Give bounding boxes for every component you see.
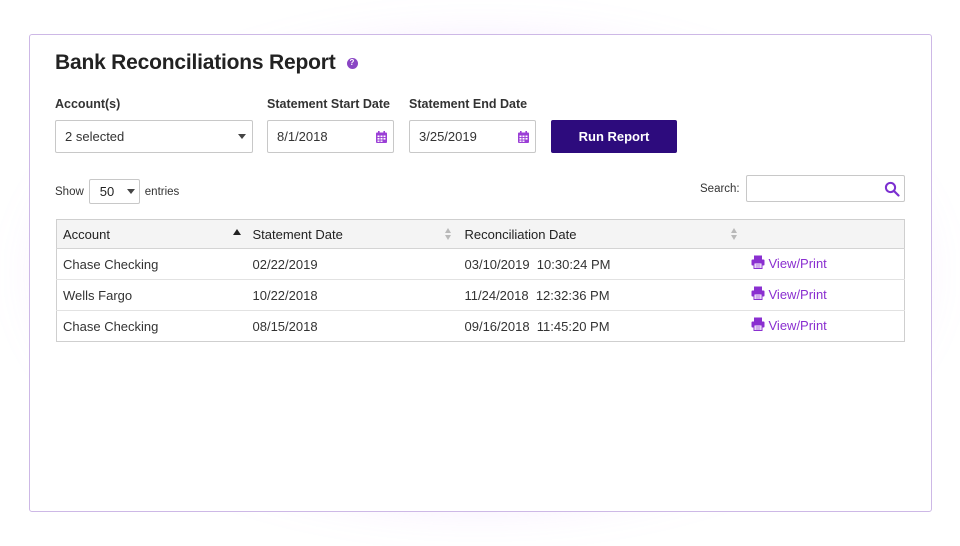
title-row: Bank Reconciliations Report ? [55,51,358,75]
cell-action: View/Print [744,279,905,311]
column-header-action [744,219,905,249]
cell-account: Wells Fargo [56,279,247,311]
end-date-value: 3/25/2019 [419,129,477,144]
entries-length-control: Show 50 entries [55,179,179,204]
table-row: Wells Fargo 10/22/2018 11/24/2018 12:32:… [56,279,905,311]
cell-statement-date: 02/22/2019 [246,248,459,280]
accounts-label: Account(s) [55,97,121,111]
run-report-button[interactable]: Run Report [551,120,677,153]
column-header-reconciliation-date-label: Reconciliation Date [464,226,577,242]
view-print-label: View/Print [768,318,827,333]
cell-reconciliation-date: 09/16/2018 11:45:20 PM [458,310,745,342]
show-label: Show [55,185,84,198]
sort-ascending-icon [232,229,241,235]
start-date-label: Statement Start Date [267,97,390,111]
printer-icon [751,286,764,300]
column-header-reconciliation-date[interactable]: Reconciliation Date [458,219,745,249]
view-print-label: View/Print [768,256,827,271]
chevron-down-icon [126,189,135,194]
printer-icon [751,317,764,331]
report-card: Bank Reconciliations Report ? Account(s)… [29,34,932,512]
cell-statement-date: 10/22/2018 [246,279,459,311]
search-input[interactable] [747,176,877,201]
view-print-link[interactable]: View/Print [751,255,827,271]
accounts-select[interactable]: 2 selected [55,120,253,153]
entries-select[interactable]: 50 [88,179,140,204]
column-header-account[interactable]: Account [56,219,247,249]
column-header-statement-date[interactable]: Statement Date [246,219,459,249]
end-date-input[interactable]: 3/25/2019 [409,120,536,153]
page-title: Bank Reconciliations Report [55,51,336,74]
view-print-label: View/Print [768,287,827,302]
cell-reconciliation-date: 11/24/2018 12:32:36 PM [458,279,745,311]
chevron-down-icon [238,134,246,139]
accounts-select-value: 2 selected [65,129,125,144]
cell-reconciliation-date: 03/10/2019 10:30:24 PM [458,248,745,280]
table-row: Chase Checking 08/15/2018 09/16/2018 11:… [56,310,905,342]
search-icon[interactable] [884,181,900,197]
view-print-link[interactable]: View/Print [751,317,827,333]
printer-icon [751,255,764,269]
calendar-icon[interactable] [376,131,387,143]
search-label: Search: [700,183,740,195]
entries-label: entries [144,185,180,198]
help-icon[interactable]: ? [346,57,358,69]
start-date-input[interactable]: 8/1/2018 [267,120,394,153]
column-header-statement-date-label: Statement Date [252,226,343,242]
calendar-icon[interactable] [518,131,529,143]
reconciliations-table: Account Statement Date Reconciliation Da… [56,219,905,342]
start-date-value: 8/1/2018 [277,129,328,144]
view-print-link[interactable]: View/Print [751,286,827,302]
sort-icon [730,228,739,241]
cell-statement-date: 08/15/2018 [246,310,459,342]
cell-action: View/Print [744,310,905,342]
table-header-row: Account Statement Date Reconciliation Da… [56,219,905,249]
end-date-label: Statement End Date [409,97,528,111]
cell-action: View/Print [744,248,905,280]
cell-account: Chase Checking [56,310,247,342]
table-row: Chase Checking 02/22/2019 03/10/2019 10:… [56,248,905,280]
cell-account: Chase Checking [56,248,247,280]
search-box [746,175,905,202]
entries-select-value: 50 [99,184,115,199]
sort-icon [444,228,453,241]
column-header-account-label: Account [63,226,110,242]
